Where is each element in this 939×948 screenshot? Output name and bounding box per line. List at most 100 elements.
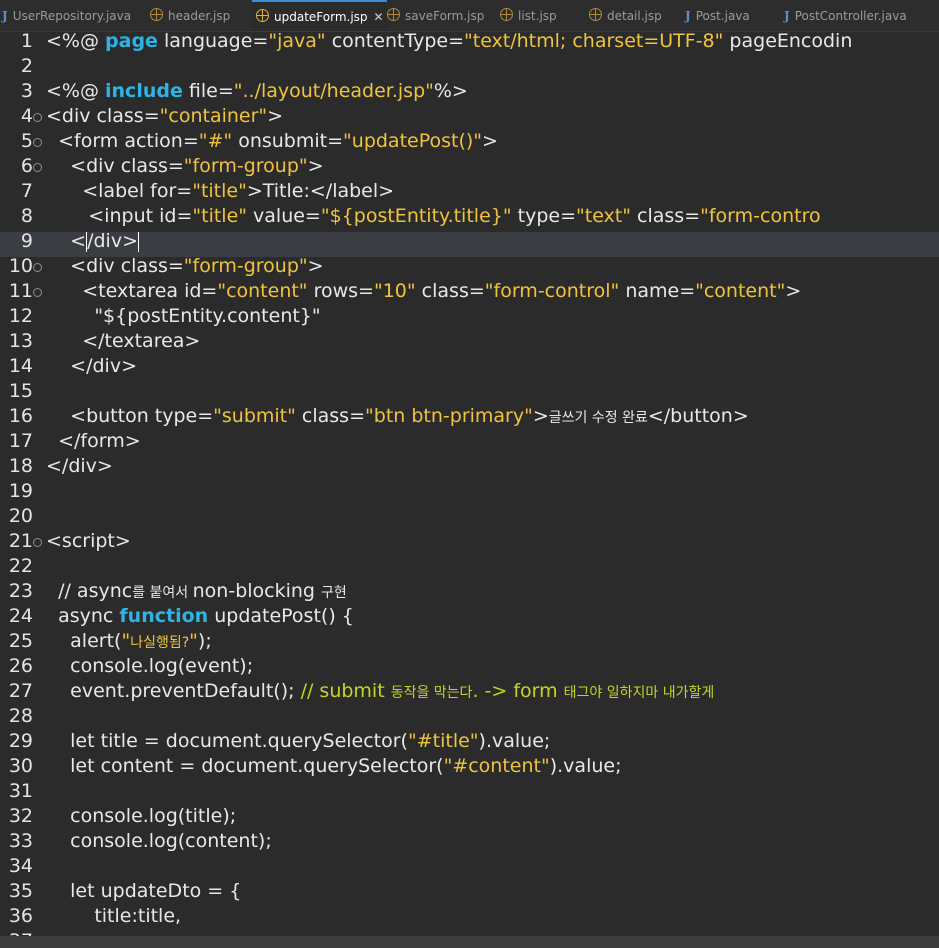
code-token: console.log(content); (46, 830, 272, 852)
fold-toggle-icon[interactable] (33, 113, 42, 122)
line-number: 6 (20, 155, 33, 177)
line-number: 25 (8, 630, 33, 652)
code-line[interactable]: 36 title:title, (0, 905, 939, 932)
fold-toggle-icon[interactable] (33, 163, 42, 172)
code-token: "text" (576, 205, 631, 227)
tab-label: header.jsp (168, 9, 231, 23)
code-line[interactable]: 30 let content = document.querySelector(… (0, 755, 939, 782)
code-line[interactable]: 25 alert("나실행됨?"); (0, 630, 939, 657)
code-token: contentType= (325, 32, 464, 52)
code-token: 태그야 일하지마 내가할게 (563, 685, 715, 701)
code-text: "${postEntity.content}" (46, 305, 320, 327)
tab-saveform-jsp[interactable]: saveForm.jsp (383, 0, 500, 30)
fold-toggle-icon[interactable] (33, 288, 42, 297)
line-number: 16 (8, 405, 33, 427)
line-number: 8 (20, 205, 33, 227)
tab-userrepository-java[interactable]: J UserRepository.java (0, 0, 148, 30)
tab-updateform-jsp[interactable]: updateForm.jsp ✕ (252, 0, 387, 31)
fold-toggle-icon[interactable] (33, 263, 42, 272)
code-line[interactable]: 9 </div> (0, 230, 939, 257)
code-line[interactable]: 2 (0, 55, 939, 82)
code-token: include (105, 80, 183, 102)
code-token: "content" (695, 280, 786, 302)
code-line[interactable]: 4 <div class="container"> (0, 105, 939, 132)
tab-label: PostController.java (794, 9, 907, 23)
tab-list-jsp[interactable]: list.jsp (496, 0, 589, 30)
code-line[interactable]: 21 <script> (0, 530, 939, 557)
code-line[interactable]: 5 <form action="#" onsubmit="updatePost(… (0, 130, 939, 157)
line-number: 19 (8, 480, 33, 502)
code-line[interactable]: 22 (0, 555, 939, 582)
code-token: <div class= (46, 255, 184, 277)
code-token: let content = document.querySelector( (46, 755, 444, 777)
code-token: 구현 (321, 585, 347, 601)
code-line[interactable]: 12 "${postEntity.content}" (0, 305, 939, 332)
code-line[interactable]: 19 (0, 480, 939, 507)
code-token: "updatePost()" (343, 130, 483, 152)
code-token: rows= (307, 280, 374, 302)
code-line[interactable]: 28 (0, 705, 939, 732)
line-number: 21 (8, 530, 33, 552)
code-line[interactable]: 34 (0, 855, 939, 882)
code-line[interactable]: 26 console.log(event); (0, 655, 939, 682)
code-token: "java" (268, 32, 326, 52)
tab-postcontroller-java[interactable]: J PostController.java (780, 0, 939, 30)
line-number: 17 (8, 430, 33, 452)
code-token: "form-group" (183, 255, 308, 277)
code-line[interactable]: 27 event.preventDefault(); // submit 동작을… (0, 680, 939, 707)
horizontal-scrollbar[interactable] (0, 936, 939, 948)
code-line[interactable]: 20 (0, 505, 939, 532)
tab-header-jsp[interactable]: header.jsp (146, 0, 256, 30)
code-text: <textarea id="content" rows="10" class="… (46, 280, 801, 302)
code-line[interactable]: 11 <textarea id="content" rows="10" clas… (0, 280, 939, 307)
line-number: 31 (8, 780, 33, 802)
jsp-file-icon (500, 8, 513, 21)
code-line[interactable]: 23 // async를 붙여서 non-blocking 구현 (0, 580, 939, 607)
code-token: 글쓰기 수정 완료 (548, 410, 648, 426)
code-line[interactable]: 33 console.log(content); (0, 830, 939, 857)
fold-toggle-icon[interactable] (33, 538, 42, 547)
code-line[interactable]: 32 console.log(title); (0, 805, 939, 832)
fold-toggle-icon[interactable] (33, 138, 42, 147)
code-line[interactable]: 13 </textarea> (0, 330, 939, 357)
code-line[interactable]: 7 <label for="title">Title:</label> (0, 180, 939, 207)
tab-post-java[interactable]: J Post.java (681, 0, 784, 30)
code-text: <script> (46, 530, 131, 552)
code-line[interactable]: 31 (0, 780, 939, 807)
line-number: 26 (8, 655, 33, 677)
line-number: 5 (20, 130, 33, 152)
code-token: file= (182, 80, 234, 102)
code-line[interactable]: 29 let title = document.querySelector("#… (0, 730, 939, 757)
line-number: 13 (8, 330, 33, 352)
code-line[interactable]: 16 <button type="submit" class="btn btn-… (0, 405, 939, 432)
code-text: </form> (46, 430, 141, 452)
code-line[interactable]: 3 <%@ include file="../layout/header.jsp"… (0, 80, 939, 107)
code-line[interactable]: 10 <div class="form-group"> (0, 255, 939, 282)
line-number: 7 (20, 180, 33, 202)
jsp-file-icon (589, 8, 602, 21)
line-number: 36 (8, 905, 33, 927)
code-line[interactable]: 8 <input id="title" value="${postEntity.… (0, 205, 939, 232)
code-line[interactable]: 24 async function updatePost() { (0, 605, 939, 632)
code-token: name= (619, 280, 696, 302)
code-text: <label for="title">Title:</label> (46, 180, 394, 202)
line-number: 12 (8, 305, 33, 327)
code-token: > (532, 405, 549, 427)
code-line[interactable]: 17 </form> (0, 430, 939, 457)
code-text: <div class="container"> (46, 105, 283, 127)
code-line[interactable]: 1 <%@ page language="java" contentType="t… (0, 32, 939, 57)
code-line[interactable]: 18 </div> (0, 455, 939, 482)
code-text: <button type="submit" class="btn btn-pri… (46, 405, 749, 427)
code-line[interactable]: 35 let updateDto = { (0, 880, 939, 907)
code-token: type= (511, 205, 576, 227)
code-token: <button type= (46, 405, 214, 427)
code-line[interactable]: 6 <div class="form-group"> (0, 155, 939, 182)
code-editor[interactable]: 1 <%@ page language="java" contentType="t… (0, 32, 939, 936)
code-token: <%@ (46, 32, 106, 52)
tab-detail-jsp[interactable]: detail.jsp (585, 0, 685, 30)
code-line[interactable]: 14 </div> (0, 355, 939, 382)
code-line[interactable]: 15 (0, 380, 939, 407)
tab-label: list.jsp (518, 9, 557, 23)
code-text: <input id="title" value="${postEntity.ti… (46, 205, 820, 227)
code-token: class= (415, 280, 485, 302)
